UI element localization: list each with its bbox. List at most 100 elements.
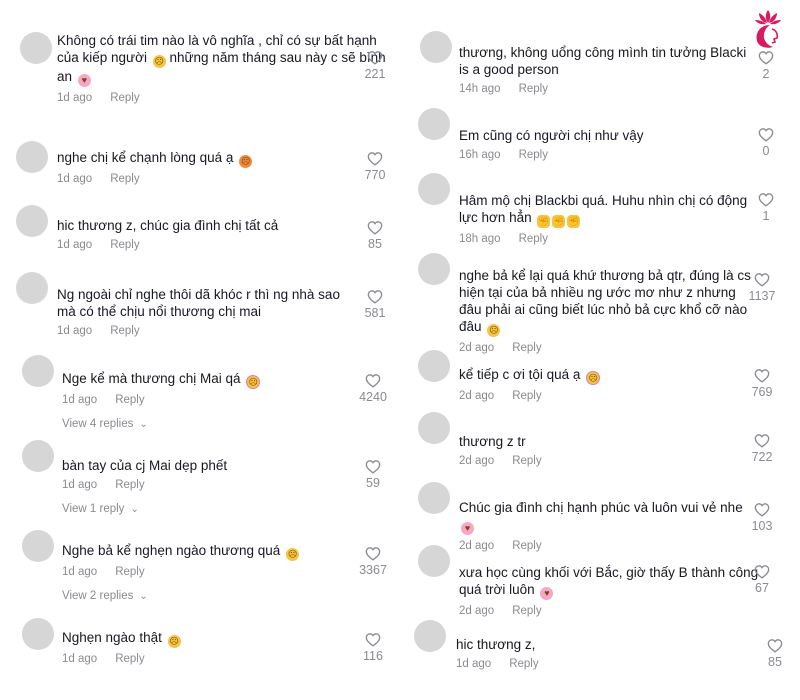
commenter-avatar[interactable] — [418, 482, 450, 514]
like-control[interactable]: 4240 — [353, 373, 393, 404]
heart-icon[interactable] — [353, 546, 393, 561]
commenter-avatar[interactable] — [418, 173, 450, 205]
heart-icon[interactable] — [355, 50, 395, 65]
comment-meta: 18h ago Reply — [459, 233, 759, 245]
commenter-avatar[interactable] — [418, 350, 450, 382]
comment-text-main: hic thương z, — [456, 637, 536, 652]
sad-emoji-icon: ☹ — [487, 324, 501, 337]
heart-icon[interactable] — [742, 564, 782, 579]
like-control[interactable]: 103 — [742, 502, 782, 533]
like-count: 103 — [751, 519, 773, 533]
like-control[interactable]: 67 — [742, 564, 782, 595]
like-control[interactable]: 581 — [355, 289, 395, 320]
comment-text-main: Nghẹn ngào thật — [62, 630, 162, 645]
reply-button[interactable]: Reply — [115, 479, 144, 491]
reply-button[interactable]: Reply — [509, 658, 538, 670]
hearts-emoji-icon: ♥ — [540, 587, 554, 600]
heart-icon[interactable] — [742, 502, 782, 517]
like-control[interactable]: 769 — [742, 368, 782, 399]
reply-button[interactable]: Reply — [110, 92, 139, 104]
reply-button[interactable]: Reply — [115, 566, 144, 578]
heart-icon[interactable] — [746, 127, 786, 142]
comment-meta: 1d ago Reply — [57, 173, 377, 185]
heart-icon[interactable] — [353, 632, 393, 647]
like-control[interactable]: 85 — [755, 638, 795, 669]
heart-icon[interactable] — [742, 433, 782, 448]
like-count: 581 — [364, 306, 386, 320]
like-control[interactable]: 2 — [746, 50, 786, 81]
like-control[interactable]: 770 — [355, 151, 395, 182]
commenter-avatar[interactable] — [418, 545, 450, 577]
comment-meta: 1d ago Reply — [62, 566, 362, 578]
heart-icon[interactable] — [353, 373, 393, 388]
muscle-emoji-icon: ✊ — [537, 215, 551, 228]
comment-body: bàn tay của cj Mai dẹp phết 1d ago Reply Vi… — [62, 457, 362, 515]
like-control[interactable]: 116 — [353, 632, 393, 663]
cry-emoji-icon: ☹ — [586, 371, 601, 385]
like-control[interactable]: 0 — [746, 127, 786, 158]
heart-icon[interactable] — [746, 192, 786, 207]
heart-icon[interactable] — [742, 272, 782, 287]
comment-text-main: Nge kể mà thương chị Mai qá — [62, 371, 241, 386]
comment-meta: 1d ago Reply — [57, 239, 377, 251]
view-replies-button[interactable]: View 1 reply ⌄ — [62, 503, 362, 515]
comment-timestamp: 16h ago — [459, 149, 501, 161]
commenter-avatar[interactable] — [22, 355, 54, 387]
commenter-avatar[interactable] — [22, 440, 54, 472]
comment-text: Nghe bả kể nghẹn ngào thương quá ☹ — [62, 542, 362, 561]
reply-button[interactable]: Reply — [519, 83, 548, 95]
comment-body: xưa học cùng khối với Bắc, giờ thấy B th… — [459, 564, 759, 617]
reply-button[interactable]: Reply — [110, 325, 139, 337]
reply-button[interactable]: Reply — [519, 149, 548, 161]
heart-icon[interactable] — [353, 459, 393, 474]
heart-icon[interactable] — [746, 50, 786, 65]
comment-text-main: nghe chị kể chạnh lòng quá ạ — [57, 150, 234, 165]
view-replies-button[interactable]: View 4 replies ⌄ — [62, 418, 362, 430]
comment-timestamp: 1d ago — [57, 92, 93, 104]
reply-button[interactable]: Reply — [115, 653, 144, 665]
comment-text: hic thương z, chúc gia đình chị tất cả — [57, 217, 377, 234]
like-control[interactable]: 85 — [355, 220, 395, 251]
heart-icon[interactable] — [742, 368, 782, 383]
like-count: 85 — [368, 237, 382, 251]
reply-button[interactable]: Reply — [512, 455, 541, 467]
comment-body: Hâm mộ chị Blackbi quá. Huhu nhìn chị có… — [459, 192, 759, 245]
commenter-avatar[interactable] — [414, 620, 446, 652]
comment-body: nghe bả kể lại quá khứ thương bả qtr, đú… — [459, 267, 759, 354]
comment-body: thương, không uổng công mình tin tưởng B… — [459, 44, 759, 95]
like-control[interactable]: 1137 — [742, 272, 782, 303]
commenter-avatar[interactable] — [20, 32, 52, 64]
commenter-avatar[interactable] — [418, 253, 450, 285]
like-control[interactable]: 1 — [746, 192, 786, 223]
heart-icon[interactable] — [755, 638, 795, 653]
reply-button[interactable]: Reply — [512, 342, 541, 354]
heart-icon[interactable] — [355, 289, 395, 304]
comment-meta: 1d ago Reply — [456, 658, 756, 670]
comment-meta: 1d ago Reply — [62, 394, 362, 406]
like-control[interactable]: 59 — [353, 459, 393, 490]
heart-icon[interactable] — [355, 151, 395, 166]
reply-button[interactable]: Reply — [512, 605, 541, 617]
comment-body: Chúc gia đình chị hạnh phúc và luôn vui … — [459, 499, 759, 552]
like-control[interactable]: 221 — [355, 50, 395, 81]
commenter-avatar[interactable] — [16, 205, 48, 237]
commenter-avatar[interactable] — [418, 412, 450, 444]
heart-icon[interactable] — [355, 220, 395, 235]
commenter-avatar[interactable] — [16, 272, 48, 304]
reply-button[interactable]: Reply — [519, 233, 548, 245]
commenter-avatar[interactable] — [22, 530, 54, 562]
comment-body: hic thương z, 1d ago Reply — [456, 636, 756, 670]
reply-button[interactable]: Reply — [512, 540, 541, 552]
commenter-avatar[interactable] — [418, 108, 450, 140]
like-control[interactable]: 722 — [742, 433, 782, 464]
reply-button[interactable]: Reply — [115, 394, 144, 406]
commenter-avatar[interactable] — [22, 618, 54, 650]
like-control[interactable]: 3367 — [353, 546, 393, 577]
commenter-avatar[interactable] — [16, 141, 48, 173]
reply-button[interactable]: Reply — [512, 390, 541, 402]
comment-text: xưa học cùng khối với Bắc, giờ thấy B th… — [459, 564, 759, 600]
reply-button[interactable]: Reply — [110, 239, 139, 251]
reply-button[interactable]: Reply — [110, 173, 139, 185]
commenter-avatar[interactable] — [420, 31, 452, 63]
view-replies-button[interactable]: View 2 replies ⌄ — [62, 590, 362, 602]
